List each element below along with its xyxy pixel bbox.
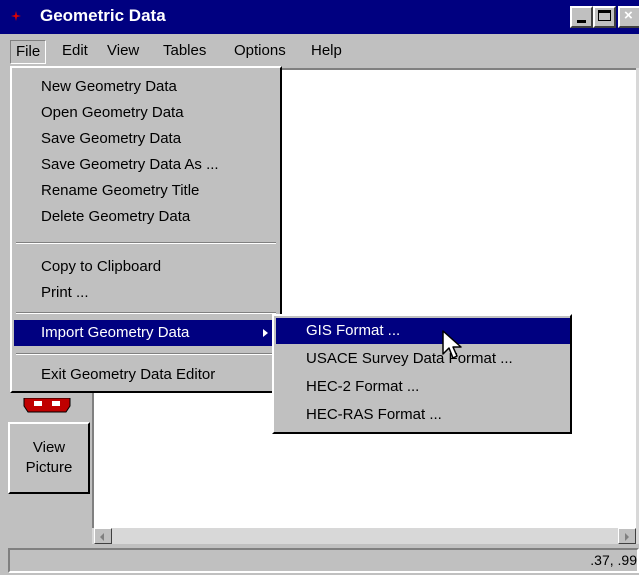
menu-item-new-geometry-data[interactable]: New Geometry Data [14,74,278,100]
minimize-icon [577,20,586,23]
menu-edit[interactable]: Edit [56,40,94,62]
menu-item-exit-geometry-data-editor[interactable]: Exit Geometry Data Editor [14,362,278,388]
view-picture-label-line1: View [32,439,66,456]
scroll-right-button[interactable] [618,528,636,544]
submenu-item-gis-format[interactable]: GIS Format ... [276,318,570,344]
arrow-left-icon [100,533,104,541]
title-bar[interactable]: Geometric Data × [0,0,639,34]
submenu-item-hec-2-format[interactable]: HEC-2 Format ... [276,374,570,400]
close-icon: × [624,7,633,24]
menu-separator [16,353,276,355]
menu-view[interactable]: View [101,40,145,62]
menu-separator [16,242,276,244]
menu-item-save-geometry-data[interactable]: Save Geometry Data [14,126,278,152]
maximize-icon [598,10,611,21]
menu-options[interactable]: Options [228,40,292,62]
file-menu-dropdown: New Geometry Data Open Geometry Data Sav… [10,66,282,393]
minimize-button[interactable] [570,6,593,28]
menu-tables[interactable]: Tables [157,40,212,62]
menu-help[interactable]: Help [305,40,348,62]
coordinate-readout: .37, .99 [590,552,637,568]
junction-icon [23,398,71,413]
import-submenu: GIS Format ... USACE Survey Data Format … [272,314,572,434]
scroll-left-button[interactable] [94,528,112,544]
menu-item-import-label: Import Geometry Data [41,324,190,341]
view-picture-label-line2: Picture [25,459,73,476]
view-picture-button[interactable]: View Picture [8,422,90,494]
submenu-item-usace-survey-data-format[interactable]: USACE Survey Data Format ... [276,346,570,372]
menu-item-rename-geometry-title[interactable]: Rename Geometry Title [14,178,278,204]
arrow-right-icon [625,533,629,541]
status-bar: .37, .99 [8,548,639,573]
menu-file[interactable]: File [10,40,47,64]
menu-item-copy-to-clipboard[interactable]: Copy to Clipboard [14,254,278,280]
menu-item-delete-geometry-data[interactable]: Delete Geometry Data [14,204,278,230]
horizontal-scrollbar[interactable] [92,528,638,544]
mouse-pointer-icon [442,330,462,359]
submenu-arrow-icon [263,329,268,337]
window-title: Geometric Data [40,6,166,25]
menu-bar: File Edit View Tables Options Help [0,34,639,68]
menu-item-open-geometry-data[interactable]: Open Geometry Data [14,100,278,126]
app-icon [11,11,21,21]
menu-item-save-geometry-data-as[interactable]: Save Geometry Data As ... [14,152,278,178]
maximize-button[interactable] [593,6,616,28]
menu-item-import-geometry-data[interactable]: Import Geometry Data [14,320,278,346]
submenu-item-hec-ras-format[interactable]: HEC-RAS Format ... [276,402,570,428]
close-button[interactable]: × [618,6,639,28]
menu-separator [16,312,276,314]
menu-item-print[interactable]: Print ... [14,280,278,306]
